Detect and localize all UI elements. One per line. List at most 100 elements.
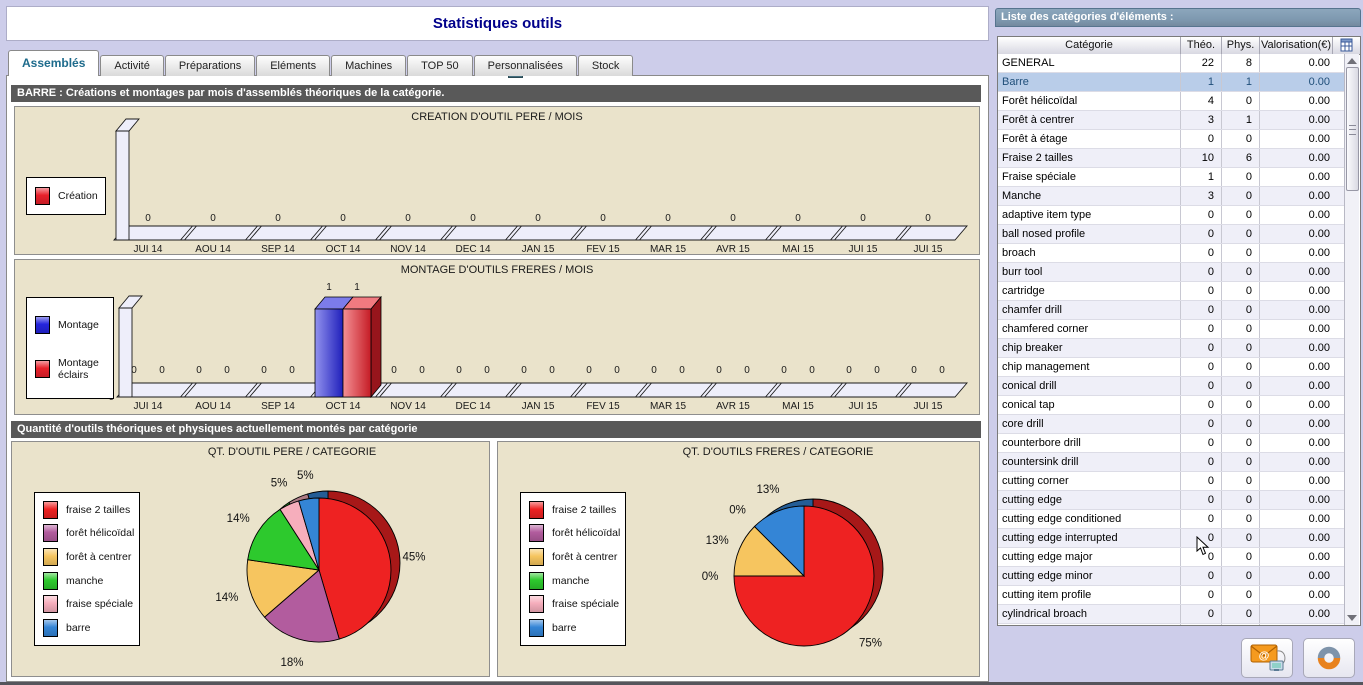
scrollbar-thumb[interactable] bbox=[1346, 67, 1359, 191]
legend-item-montage-eclairs: Montage éclairs bbox=[27, 357, 113, 381]
legend-swatch-icon bbox=[529, 501, 544, 519]
tab-stock[interactable]: Stock bbox=[578, 55, 634, 76]
tab-machines[interactable]: Machines bbox=[331, 55, 406, 76]
column-header-phys[interactable]: Phys. bbox=[1222, 37, 1260, 54]
legend-item-foret-a-centrer: forêt à centrer bbox=[521, 548, 625, 566]
svg-text:0: 0 bbox=[549, 365, 555, 376]
legend-swatch-icon bbox=[43, 595, 58, 613]
svg-text:0: 0 bbox=[261, 365, 267, 376]
table-row-burr-tool[interactable]: burr tool000.00 bbox=[998, 263, 1346, 282]
cell-category: GENERAL bbox=[998, 54, 1181, 72]
table-row-foret-a-etage[interactable]: Forêt à étage000.00 bbox=[998, 130, 1346, 149]
x-tick-label: SEP 14 bbox=[261, 401, 295, 412]
creation-chart-panel: CREATION D'OUTIL PERE / MOISJUI 140AOU 1… bbox=[14, 106, 980, 255]
table-row-chip-breaker[interactable]: chip breaker000.00 bbox=[998, 339, 1346, 358]
table-row-fraise-speciale[interactable]: Fraise spéciale100.00 bbox=[998, 168, 1346, 187]
table-scrollbar[interactable] bbox=[1344, 54, 1359, 625]
tab-assembles[interactable]: Assemblés bbox=[8, 50, 99, 76]
tab-elements[interactable]: Eléments bbox=[256, 55, 330, 76]
column-header-theo[interactable]: Théo. bbox=[1181, 37, 1222, 54]
svg-text:0: 0 bbox=[196, 365, 202, 376]
montage-legend: MontageMontage éclairs bbox=[26, 297, 114, 399]
tab-preparations[interactable]: Préparations bbox=[165, 55, 255, 76]
svg-text:0: 0 bbox=[586, 365, 592, 376]
table-row-foret-helicoidal[interactable]: Forêt hélicoïdal400.00 bbox=[998, 92, 1346, 111]
x-tick-label: JUI 14 bbox=[134, 401, 163, 412]
legend-label: forêt hélicoïdal bbox=[544, 527, 620, 539]
cell-theo: 0 bbox=[1181, 130, 1222, 148]
cell-phys: 0 bbox=[1222, 434, 1260, 452]
table-row-cutting-item-profile[interactable]: cutting item profile000.00 bbox=[998, 586, 1346, 605]
ring-button[interactable] bbox=[1303, 638, 1355, 678]
cell-valorisation: 0.00 bbox=[1260, 377, 1346, 395]
table-row-cutting-edge-major[interactable]: cutting edge major000.00 bbox=[998, 548, 1346, 567]
cell-phys: 1 bbox=[1222, 73, 1260, 91]
table-row-counterbore-drill[interactable]: counterbore drill000.00 bbox=[998, 434, 1346, 453]
table-row-core-drill[interactable]: core drill000.00 bbox=[998, 415, 1346, 434]
table-row-ball-nosed-profile[interactable]: ball nosed profile000.00 bbox=[998, 225, 1346, 244]
x-tick-label: AOU 14 bbox=[195, 244, 231, 254]
x-tick-label: MAR 15 bbox=[650, 244, 687, 254]
legend-label: forêt à centrer bbox=[58, 551, 131, 563]
table-row-foret-a-centrer[interactable]: Forêt à centrer310.00 bbox=[998, 111, 1346, 130]
x-tick-label: JAN 15 bbox=[522, 244, 555, 254]
cell-valorisation: 0.00 bbox=[1260, 358, 1346, 376]
table-row-barre[interactable]: Barre110.00 bbox=[998, 73, 1346, 92]
tab-personnalisees[interactable]: Personnalisées bbox=[474, 55, 577, 76]
cell-valorisation: 0.00 bbox=[1260, 453, 1346, 471]
svg-text:0: 0 bbox=[614, 365, 620, 376]
cell-category: Forêt à centrer bbox=[998, 111, 1181, 129]
table-row-adaptive-item-type[interactable]: adaptive item type000.00 bbox=[998, 206, 1346, 225]
pie-pct-label: 14% bbox=[227, 513, 250, 525]
table-row-chamfer-drill[interactable]: chamfer drill000.00 bbox=[998, 301, 1346, 320]
legend-label: barre bbox=[544, 622, 577, 634]
pie-freres-legend: fraise 2 tailles forêt hélicoïdal forêt à … bbox=[520, 492, 626, 646]
legend-swatch-icon bbox=[529, 595, 544, 613]
table-row-conical-tap[interactable]: conical tap000.00 bbox=[998, 396, 1346, 415]
tab-top-50[interactable]: TOP 50 bbox=[407, 55, 473, 76]
tab-strip: AssemblésActivitéPréparationsElémentsMac… bbox=[8, 50, 634, 76]
scrollbar-down-icon[interactable] bbox=[1347, 615, 1357, 621]
table-row-fraise-2-tailles[interactable]: Fraise 2 tailles1060.00 bbox=[998, 149, 1346, 168]
table-row-cutting-edge-interrupted[interactable]: cutting edge interrupted000.00 bbox=[998, 529, 1346, 548]
table-row-chamfered-corner[interactable]: chamfered corner000.00 bbox=[998, 320, 1346, 339]
column-header-categorie[interactable]: Catégorie bbox=[998, 37, 1181, 54]
table-row-cutting-edge-conditioned[interactable]: cutting edge conditioned000.00 bbox=[998, 510, 1346, 529]
cell-theo: 0 bbox=[1181, 225, 1222, 243]
cell-phys: 0 bbox=[1222, 396, 1260, 414]
table-row-cartridge[interactable]: cartridge000.00 bbox=[998, 282, 1346, 301]
legend-label: fraise 2 tailles bbox=[544, 504, 616, 516]
table-row-cylindrical-broach[interactable]: cylindrical broach000.00 bbox=[998, 605, 1346, 624]
cell-theo: 1 bbox=[1181, 168, 1222, 186]
table-row-cylindrical-tool-item[interactable]: cylindrical tool item000.00 bbox=[998, 624, 1346, 625]
cell-phys: 0 bbox=[1222, 529, 1260, 547]
column-chooser-icon[interactable] bbox=[1333, 37, 1360, 54]
email-button[interactable]: @ bbox=[1241, 638, 1293, 678]
x-tick-label: SEP 14 bbox=[261, 244, 295, 254]
table-row-manche[interactable]: Manche300.00 bbox=[998, 187, 1346, 206]
column-header-valorisation[interactable]: Valorisation(€) bbox=[1260, 37, 1333, 54]
scrollbar-up-icon[interactable] bbox=[1347, 58, 1357, 64]
table-row-cutting-edge-minor[interactable]: cutting edge minor000.00 bbox=[998, 567, 1346, 586]
cell-phys: 0 bbox=[1222, 548, 1260, 566]
table-row-broach[interactable]: broach000.00 bbox=[998, 244, 1346, 263]
categories-table-body: GENERAL2280.00Barre110.00Forêt hélicoïda… bbox=[998, 54, 1346, 625]
table-row-cutting-corner[interactable]: cutting corner000.00 bbox=[998, 472, 1346, 491]
svg-text:0: 0 bbox=[716, 365, 722, 376]
tab-activite[interactable]: Activité bbox=[100, 55, 163, 76]
cell-category: conical drill bbox=[998, 377, 1181, 395]
svg-text:0: 0 bbox=[224, 365, 230, 376]
cell-valorisation: 0.00 bbox=[1260, 548, 1346, 566]
cell-category: Fraise 2 tailles bbox=[998, 149, 1181, 167]
pie-pere-panel: QT. D'OUTIL PERE / CATEGORIE45%18%14%14%… bbox=[11, 441, 490, 677]
svg-text:0: 0 bbox=[600, 213, 606, 224]
y-axis-3d bbox=[116, 131, 129, 240]
table-row-chip-management[interactable]: chip management000.00 bbox=[998, 358, 1346, 377]
cell-theo: 0 bbox=[1181, 567, 1222, 585]
table-row-cutting-edge[interactable]: cutting edge000.00 bbox=[998, 491, 1346, 510]
table-row-conical-drill[interactable]: conical drill000.00 bbox=[998, 377, 1346, 396]
table-row-general[interactable]: GENERAL2280.00 bbox=[998, 54, 1346, 73]
table-row-countersink-drill[interactable]: countersink drill000.00 bbox=[998, 453, 1346, 472]
cell-theo: 0 bbox=[1181, 358, 1222, 376]
legend-swatch-icon bbox=[529, 548, 544, 566]
